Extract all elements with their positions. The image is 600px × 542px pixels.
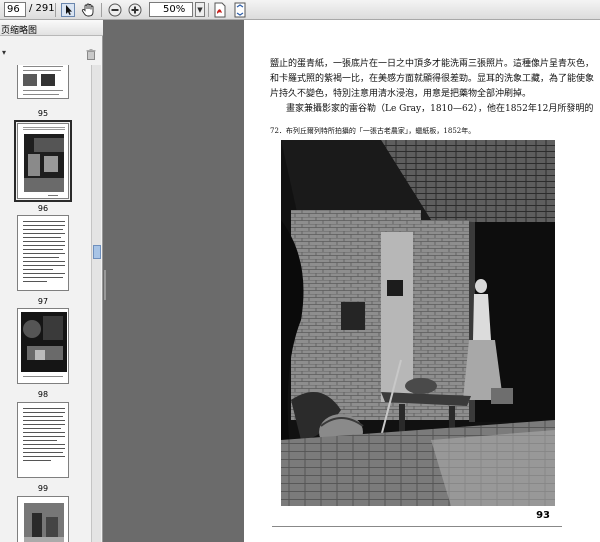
thumbnail-label: 99 bbox=[37, 484, 49, 493]
document-page: 鹽止的蛋青紙，一張底片在一日之中頂多才能洗兩三張照片。這種像片呈青灰色， 和卡羅… bbox=[244, 20, 600, 542]
thumbnail-label: 95 bbox=[37, 109, 49, 118]
body-text-line: 畫家兼攝影家的雷谷勒（Le Gray，1810—62），他在1852年12月所發… bbox=[286, 104, 594, 114]
page-thumbnail[interactable] bbox=[17, 402, 69, 478]
delete-icon[interactable] bbox=[86, 49, 96, 60]
toolbar-separator bbox=[101, 3, 102, 17]
thumbnail-label: 97 bbox=[37, 297, 49, 306]
farmhouse-photograph bbox=[281, 140, 555, 506]
thumbnail-scrollbar[interactable] bbox=[91, 65, 101, 542]
zoom-out-icon[interactable] bbox=[107, 2, 123, 18]
fit-page-icon[interactable] bbox=[232, 2, 248, 18]
page-thumbnail[interactable] bbox=[17, 496, 69, 542]
hand-tool-icon[interactable] bbox=[80, 2, 96, 18]
scrollbar-thumb[interactable] bbox=[93, 245, 101, 259]
toolbar: 96 / 291 50% ▼ bbox=[0, 0, 600, 20]
panel-splitter[interactable] bbox=[104, 270, 106, 300]
page-thumbnail-selected[interactable] bbox=[14, 120, 72, 202]
body-text-line: 鹽止的蛋青紙，一張底片在一日之中頂多才能洗兩三張照片。這種像片呈青灰色， bbox=[270, 59, 595, 69]
page-thumbnail[interactable] bbox=[17, 65, 69, 99]
zoom-dropdown-arrow-icon[interactable]: ▼ bbox=[195, 2, 205, 17]
zoom-level-field[interactable]: 50% bbox=[149, 2, 193, 17]
body-text-line: 片持久不變色，特別注意用清水浸泡，用意是把藥物全部沖刷掉。 bbox=[270, 89, 532, 99]
thumbnail-panel: 页缩略图 ▾ 95 96 97 98 99 bbox=[0, 20, 103, 542]
page-total: / 291 bbox=[29, 3, 55, 14]
toolbar-separator bbox=[208, 3, 209, 17]
thumbnail-list: 95 96 97 98 99 bbox=[0, 65, 92, 542]
thumbnail-label: 98 bbox=[37, 390, 49, 399]
body-text-line: 和卡羅式照的紫褐一比，在美感方面就顯得很差勁。显耳的洗象工藏，為了能使象 bbox=[270, 74, 595, 84]
figure-caption: 72．布列丘爾列特所拍攝的「一張古老農家」，蠟紙板，1852年。 bbox=[270, 127, 476, 135]
page-thumbnail[interactable] bbox=[17, 308, 69, 384]
options-menu-icon[interactable]: ▾ bbox=[2, 48, 6, 57]
thumbnail-label: 96 bbox=[37, 204, 49, 213]
zoom-in-icon[interactable] bbox=[127, 2, 143, 18]
pdf-export-icon[interactable] bbox=[212, 2, 228, 18]
toolbar-separator bbox=[55, 3, 56, 17]
page-number: 93 bbox=[536, 510, 550, 521]
footer-rule bbox=[272, 526, 562, 527]
page-number-input[interactable]: 96 bbox=[4, 2, 26, 17]
page-thumbnail[interactable] bbox=[17, 215, 69, 291]
panel-title: 页缩略图 bbox=[0, 20, 103, 36]
panel-options-bar: ▾ bbox=[0, 48, 103, 62]
select-text-icon[interactable] bbox=[60, 2, 76, 18]
